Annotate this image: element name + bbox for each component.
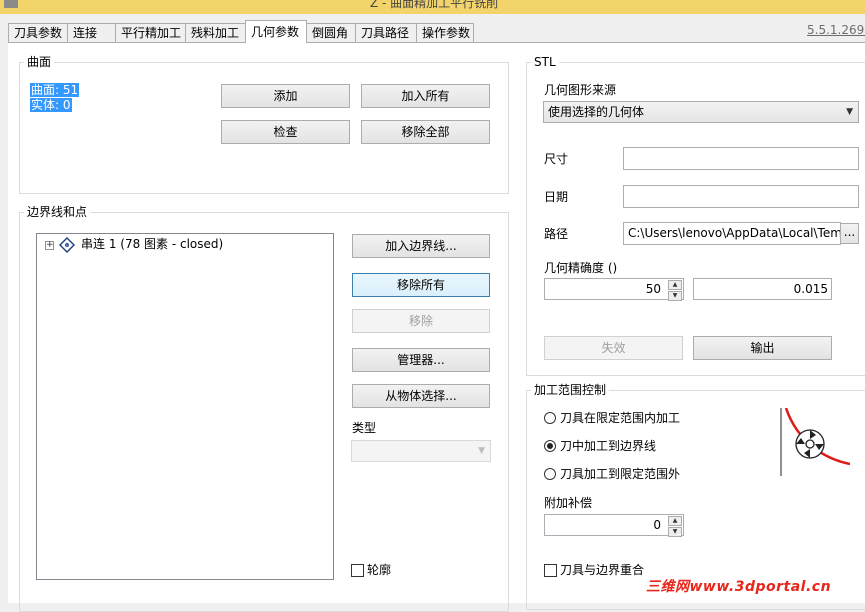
arrow-up-icon[interactable]: ▲: [668, 516, 682, 526]
invalidate-button[interactable]: 失效: [544, 336, 683, 360]
remove-all-boundaries-button[interactable]: 移除所有: [352, 273, 490, 297]
manager-button[interactable]: 管理器...: [352, 348, 490, 372]
type-dropdown[interactable]: ▼: [351, 440, 491, 462]
app-icon: [4, 0, 18, 8]
remove-all-surfaces-button[interactable]: 移除全部: [361, 120, 490, 144]
select-from-object-button[interactable]: 从物体选择...: [352, 384, 490, 408]
precision-label: 几何精确度 (): [544, 261, 618, 275]
radio-tool-inside[interactable]: [544, 412, 556, 424]
size-field[interactable]: [623, 147, 859, 170]
tab-link[interactable]: 连接: [67, 23, 116, 42]
title-bar: Z - 曲面精加工平行铣削: [0, 0, 865, 14]
option-tool-center-on-boundary: 刀中加工到边界线: [560, 439, 657, 453]
geometry-source-dropdown[interactable]: 使用选择的几何体 ▼: [543, 101, 859, 123]
remove-boundary-button[interactable]: 移除: [352, 309, 490, 333]
expand-icon[interactable]: +: [45, 241, 54, 250]
size-label: 尺寸: [544, 152, 569, 166]
surface-count-text: 曲面: 51: [30, 83, 80, 97]
extra-comp-stepper[interactable]: 0 ▲ ▼: [544, 514, 684, 537]
tab-rest-machining[interactable]: 残料加工: [185, 23, 246, 42]
arrow-up-icon[interactable]: ▲: [668, 280, 682, 290]
boundary-chain-item[interactable]: 串连 1 (78 图素 - closed): [81, 236, 223, 252]
chain-icon: [59, 237, 75, 253]
tool-on-boundary-checkbox[interactable]: [544, 564, 557, 577]
radio-tool-outside[interactable]: [544, 468, 556, 480]
outline-checkbox[interactable]: [351, 564, 364, 577]
arrow-down-icon[interactable]: ▼: [668, 527, 682, 537]
tolerance-field[interactable]: 0.015: [693, 278, 832, 300]
browse-path-button[interactable]: ...: [840, 223, 859, 244]
type-label: 类型: [352, 421, 377, 435]
boundary-tree[interactable]: + 串连 1 (78 图素 - closed): [36, 233, 334, 580]
path-field[interactable]: C:\Users\lenovo\AppData\Local\Temp: [623, 222, 841, 245]
tool-center-on-boundary-diagram: [780, 408, 850, 476]
path-label: 路径: [544, 227, 569, 241]
precision-stepper[interactable]: 50 ▲ ▼: [544, 278, 684, 301]
chevron-down-icon: ▼: [846, 107, 853, 117]
solid-count-text: 实体: 0: [30, 98, 72, 112]
tab-toolpath[interactable]: 刀具路径: [355, 23, 417, 42]
geometry-source-label: 几何图形来源: [544, 83, 617, 97]
stl-group-label: STL: [531, 55, 559, 69]
spinner-buttons[interactable]: ▲ ▼: [668, 516, 682, 537]
precision-value: 50: [645, 282, 661, 296]
tab-operation-params[interactable]: 操作参数: [416, 23, 474, 42]
tool-on-boundary-label: 刀具与边界重合: [560, 563, 645, 577]
tab-tool-params[interactable]: 刀具参数: [8, 23, 68, 42]
machining-range-label: 加工范围控制: [531, 383, 610, 397]
spinner-buttons[interactable]: ▲ ▼: [668, 280, 682, 301]
radio-tool-center-on-boundary[interactable]: [544, 440, 556, 452]
option-tool-inside: 刀具在限定范围内加工: [560, 411, 681, 425]
window-title: Z - 曲面精加工平行铣削: [370, 0, 499, 10]
date-label: 日期: [544, 190, 569, 204]
export-button[interactable]: 输出: [693, 336, 832, 360]
watermark: 三维网www.3dportal.cn: [646, 579, 832, 595]
arrow-down-icon[interactable]: ▼: [668, 291, 682, 301]
option-tool-outside: 刀具加工到限定范围外: [560, 467, 681, 481]
add-all-surfaces-button[interactable]: 加入所有: [361, 84, 490, 108]
check-surfaces-button[interactable]: 检查: [221, 120, 350, 144]
geometry-source-value: 使用选择的几何体: [548, 105, 645, 119]
add-surface-button[interactable]: 添加: [221, 84, 350, 108]
tab-geometry-params[interactable]: 几何参数: [245, 20, 307, 43]
tab-parallel-finish[interactable]: 平行精加工: [115, 23, 186, 42]
extra-comp-label: 附加补偿: [544, 496, 593, 510]
version-link[interactable]: 5.5.1.2693: [807, 23, 865, 37]
outline-label: 轮廓: [367, 563, 392, 577]
add-boundary-button[interactable]: 加入边界线...: [352, 234, 490, 258]
surfaces-group-label: 曲面: [24, 55, 55, 69]
boundaries-group-label: 边界线和点: [24, 205, 91, 219]
chevron-down-icon: ▼: [478, 446, 485, 456]
date-field[interactable]: [623, 185, 859, 208]
tab-fillet[interactable]: 倒圆角: [306, 23, 356, 42]
extra-comp-value: 0: [653, 518, 661, 532]
